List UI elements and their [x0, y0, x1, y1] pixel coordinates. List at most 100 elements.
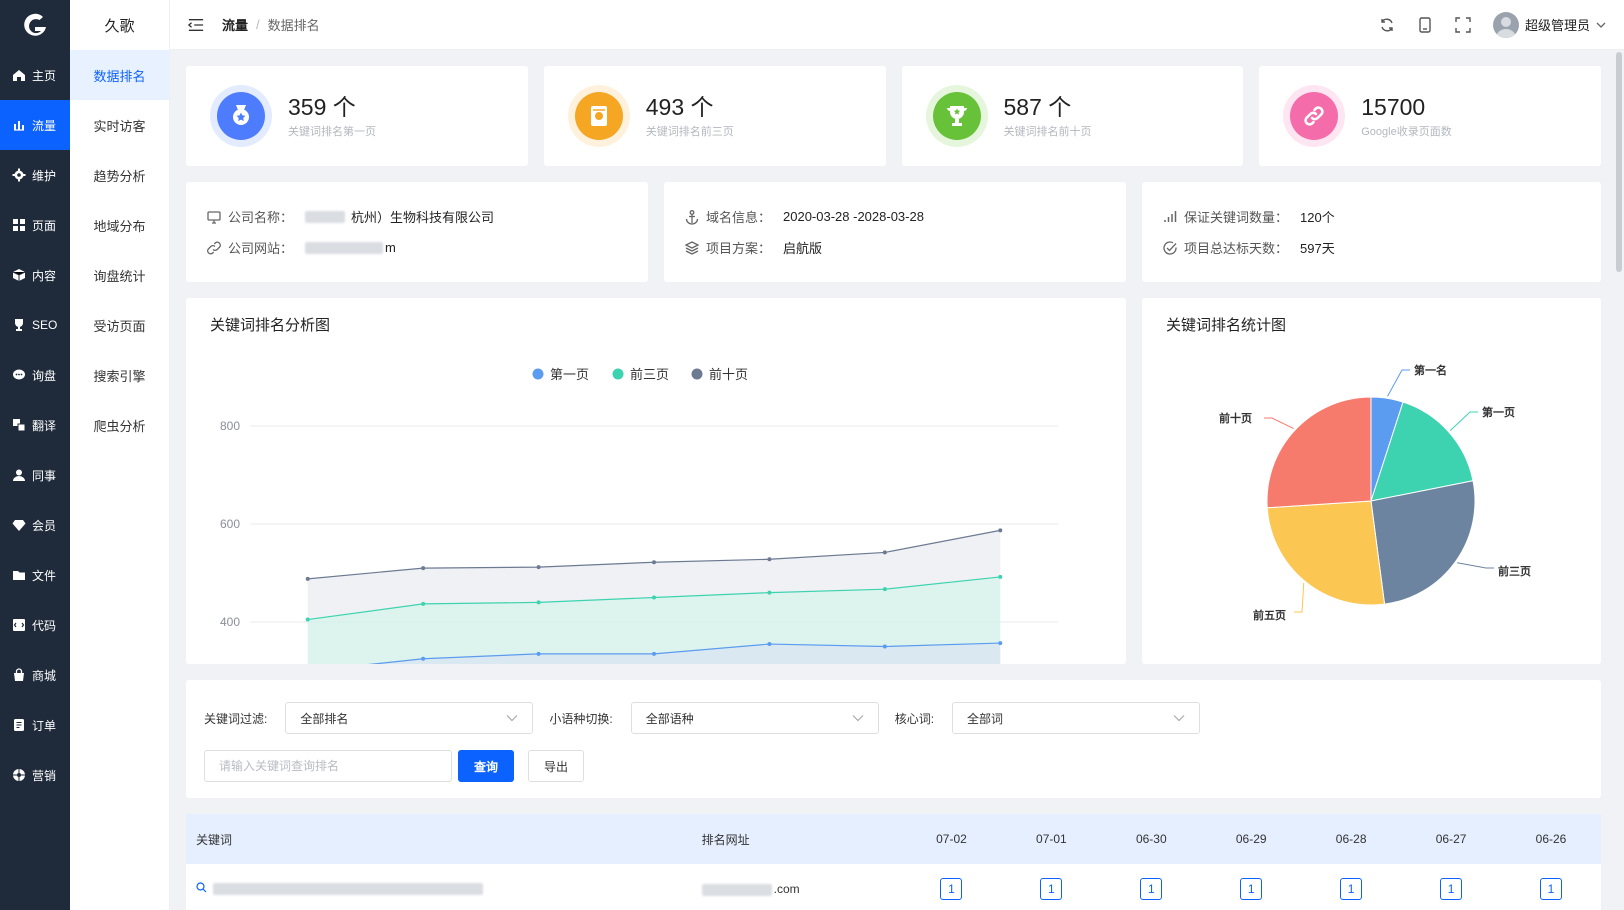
sidebar-item-home[interactable]: 主页 — [0, 50, 70, 100]
sidebar-item-label: SEO — [32, 318, 58, 332]
sidebar-item-shop[interactable]: 商城 — [0, 650, 70, 700]
rank-badge[interactable]: 1 — [1340, 878, 1363, 900]
sidebar-item-trophy[interactable]: SEO — [0, 300, 70, 350]
submenu-item[interactable]: 实时访客 — [70, 100, 169, 150]
submenu-item[interactable]: 数据排名 — [70, 50, 169, 100]
export-button[interactable]: 导出 — [528, 750, 584, 782]
sidebar-item-label: 文件 — [32, 568, 57, 583]
data-point — [652, 651, 656, 656]
filter-panel: 关键词过滤: 全部排名 小语种切换: 全部语种 核心词: 全部词 查询 导出 — [186, 680, 1601, 798]
home-icon — [12, 68, 26, 82]
sidebar-item-code[interactable]: 代码 — [0, 600, 70, 650]
sidebar-item-grid[interactable]: 页面 — [0, 200, 70, 250]
pie-slice — [1266, 396, 1372, 509]
company-info-card: 公司名称： 杭州）生物科技有限公司 公司网站： m — [186, 182, 648, 282]
col-keyword: 关键词 — [196, 832, 233, 847]
rank-badge[interactable]: 1 — [1040, 878, 1063, 900]
table-header: 关键词 排名网址 07-02 07-01 06-30 06-29 06-28 06-27 0… — [186, 814, 1601, 864]
col-date: 07-01 — [1036, 832, 1067, 846]
query-button[interactable]: 查询 — [458, 750, 514, 782]
company-site-label: 公司网站： — [228, 241, 294, 256]
lang-select[interactable]: 全部语种 — [630, 702, 879, 734]
pie-label-line — [1294, 582, 1305, 613]
rank-badge[interactable]: 1 — [1440, 878, 1463, 900]
company-name-value: 杭州）生物科技有限公司 — [351, 210, 495, 225]
breadcrumb-traffic[interactable]: 流量 — [222, 15, 248, 34]
rank-badge[interactable]: 1 — [1140, 878, 1163, 900]
sidebar-item-marketing[interactable]: 营销 — [0, 750, 70, 800]
rank-badge[interactable]: 1 — [1539, 878, 1562, 900]
sidebar-item-translate[interactable]: 翻译 — [0, 400, 70, 450]
redacted-keyword — [213, 883, 483, 895]
stat-value: 493 个 — [645, 94, 714, 120]
user-menu[interactable]: 超级管理员 — [1492, 11, 1606, 38]
app-logo[interactable] — [0, 0, 70, 50]
stat-icon-ring — [567, 85, 630, 147]
legend-marker — [612, 368, 624, 380]
keyword-info-card: 保证关键词数量： 120个 项目总达标天数： 597天 — [1142, 182, 1601, 282]
sidebar-item-user[interactable]: 同事 — [0, 450, 70, 500]
mobile-icon[interactable] — [1417, 16, 1433, 33]
company-name-label: 公司名称： — [228, 210, 294, 225]
plan-value: 启航版 — [783, 241, 823, 256]
pie-slice-label: 前五页 — [1253, 608, 1286, 622]
stat-label: 关键词排名第一页 — [288, 126, 376, 138]
stat-icon-ring — [210, 85, 272, 147]
keyword-search-input[interactable] — [204, 750, 452, 782]
sidebar-item-chat[interactable]: 询盘 — [0, 350, 70, 400]
submenu-item[interactable]: 询盘统计 — [70, 250, 169, 300]
sidebar-item-bar-chart[interactable]: 流量 — [0, 100, 70, 150]
sidebar-item-label: 会员 — [32, 518, 57, 533]
chevron-down-icon — [852, 711, 864, 725]
sidebar-item-gear[interactable]: 维护 — [0, 150, 70, 200]
submenu-item[interactable]: 地域分布 — [70, 200, 169, 250]
menu-fold-icon[interactable] — [188, 17, 204, 33]
company-site-value[interactable]: m — [385, 240, 396, 255]
data-point — [305, 617, 310, 622]
stat-label: 关键词排名前十页 — [1003, 126, 1092, 138]
sidebar-item-label: 订单 — [32, 718, 57, 733]
search-icon[interactable] — [196, 882, 207, 896]
fullscreen-icon[interactable] — [1455, 16, 1471, 33]
data-point — [882, 587, 887, 592]
keyword-rank-pie-chart: 第一名第一页前三页前五页 前十页 — [1219, 363, 1531, 622]
rank-badge[interactable]: 1 — [940, 878, 963, 900]
pie-slice-label: 前三页 — [1498, 564, 1531, 578]
avatar — [1492, 11, 1519, 38]
data-point — [767, 557, 772, 562]
sidebar-item-folder[interactable]: 文件 — [0, 550, 70, 600]
badge-icon — [574, 92, 623, 140]
line-chart-card: 关键词排名分析图 020040060080006-2606-2706-2806-… — [186, 298, 1126, 847]
sidebar-item-cube[interactable]: 内容 — [0, 250, 70, 300]
data-point — [652, 595, 656, 600]
translate-icon — [12, 418, 26, 432]
data-point — [882, 550, 887, 555]
page-scrollbar[interactable] — [1616, 52, 1622, 272]
data-point — [421, 656, 426, 661]
y-tick-label: 600 — [220, 517, 240, 531]
domain-info-card: 域名信息： 2020-03-28 -2028-03-28 项目方案： 启航版 — [664, 182, 1126, 282]
submenu-item[interactable]: 搜索引擎 — [70, 350, 169, 400]
pie-slice-label: 前十页 — [1219, 411, 1252, 425]
data-point — [998, 641, 1003, 646]
link-icon — [1290, 92, 1339, 140]
legend-marker — [691, 368, 703, 380]
core-word-select[interactable]: 全部词 — [952, 702, 1201, 734]
refresh-icon[interactable] — [1379, 17, 1395, 33]
code-icon — [12, 618, 26, 632]
data-point — [998, 528, 1003, 533]
rank-badge[interactable]: 1 — [1240, 878, 1263, 900]
sidebar-item-label: 内容 — [32, 268, 57, 283]
submenu-item[interactable]: 爬虫分析 — [70, 400, 169, 450]
kw-filter-select[interactable]: 全部排名 — [285, 702, 534, 734]
submenu-item[interactable]: 趋势分析 — [70, 150, 169, 200]
col-date: 06-30 — [1135, 832, 1167, 846]
user-name: 超级管理员 — [1524, 18, 1590, 33]
stat-icon-ring — [925, 85, 988, 147]
rank-url[interactable]: .com — [774, 882, 800, 896]
days-label: 项目总达标天数： — [1184, 241, 1289, 256]
folder-icon — [12, 568, 26, 582]
sidebar-item-order[interactable]: 订单 — [0, 700, 70, 750]
submenu-item[interactable]: 受访页面 — [70, 300, 169, 350]
sidebar-item-diamond[interactable]: 会员 — [0, 500, 70, 550]
